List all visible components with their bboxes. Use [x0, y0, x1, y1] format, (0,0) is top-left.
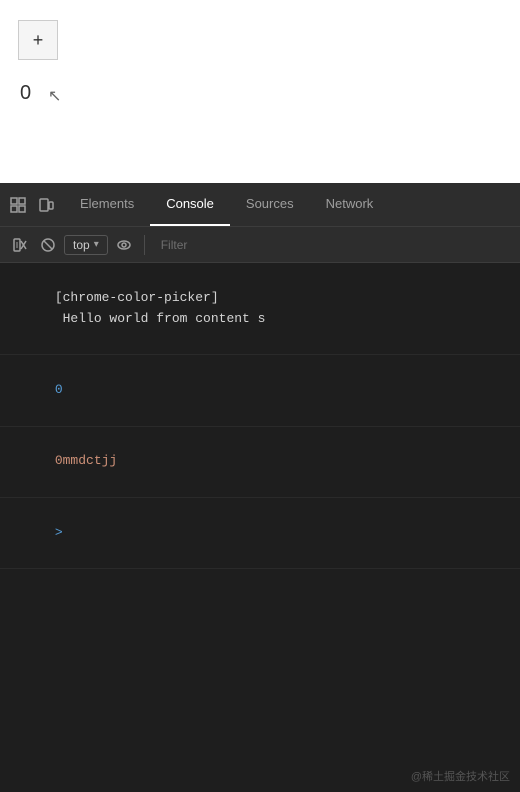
- tab-elements-label: Elements: [80, 196, 134, 211]
- context-selector[interactable]: top ▾: [64, 235, 108, 255]
- inspect-element-icon[interactable]: [8, 195, 28, 215]
- browser-viewport: + 0 ↖: [0, 0, 520, 183]
- watermark-text: @稀土掘金技术社区: [411, 768, 510, 784]
- tab-console[interactable]: Console: [150, 183, 230, 226]
- chrome-picker-tag: [chrome-color-picker]: [55, 290, 219, 305]
- clear-console-icon[interactable]: [8, 233, 32, 257]
- devtools-icon-area: [0, 183, 64, 226]
- device-toggle-icon[interactable]: [36, 195, 56, 215]
- context-chevron-icon: ▾: [94, 239, 99, 250]
- console-number-output: 0: [55, 382, 63, 397]
- console-line-1: [chrome-color-picker] Hello world from c…: [0, 263, 520, 355]
- tab-sources[interactable]: Sources: [230, 183, 310, 226]
- counter-display: 0: [20, 82, 31, 105]
- block-icon[interactable]: [36, 233, 60, 257]
- toolbar-divider: [144, 235, 145, 255]
- tab-elements[interactable]: Elements: [64, 183, 150, 226]
- console-toolbar: top ▾: [0, 227, 520, 263]
- cursor-icon: ↖: [48, 86, 61, 106]
- eye-icon[interactable]: [112, 233, 136, 257]
- plus-label: +: [33, 30, 44, 51]
- tab-network[interactable]: Network: [310, 183, 390, 226]
- console-prompt-line[interactable]: >: [0, 498, 520, 569]
- console-output-area: [chrome-color-picker] Hello world from c…: [0, 263, 520, 792]
- tab-sources-label: Sources: [246, 196, 294, 211]
- console-prompt-symbol: >: [55, 525, 63, 540]
- console-string-output: 0mmdctjj: [55, 453, 117, 468]
- console-line-2: 0: [0, 355, 520, 426]
- tab-network-label: Network: [326, 196, 374, 211]
- context-label: top: [73, 238, 90, 252]
- devtools-tab-bar: Elements Console Sources Network: [0, 183, 520, 227]
- chrome-picker-message: Hello world from content s: [55, 311, 266, 326]
- increment-button[interactable]: +: [18, 20, 58, 60]
- console-filter-input[interactable]: [153, 238, 512, 252]
- tab-console-label: Console: [166, 196, 214, 211]
- devtools-panel: Elements Console Sources Network: [0, 183, 520, 792]
- console-line-3: 0mmdctjj: [0, 427, 520, 498]
